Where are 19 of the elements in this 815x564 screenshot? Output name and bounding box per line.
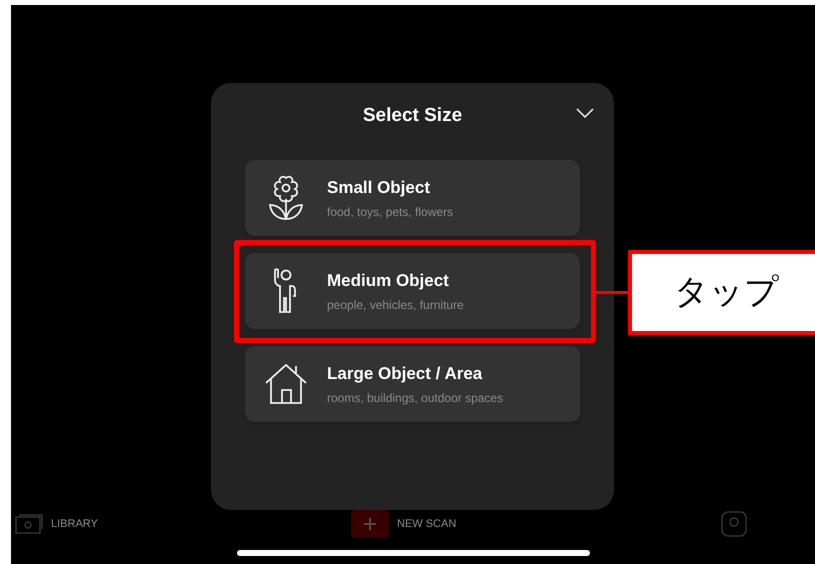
option-description: people, vehicles, furniture [327,297,464,314]
option-title: Small Object [327,176,431,199]
sheet-title: Select Size [362,104,462,128]
size-option[interactable]: Medium Object people, vehicles, furniture [245,253,580,329]
option-title: Medium Object [327,270,450,292]
house-icon [264,363,308,405]
plus-icon[interactable] [351,510,389,538]
option-description: food, toys, pets, flowers [327,204,454,222]
option-description: rooms, buildings, outdoor spaces [327,390,504,408]
tab-label: NEW SCAN [397,516,456,532]
size-option[interactable]: Large Object / Area rooms, buildings, outdoor spaces [245,346,580,422]
chevron-down-icon[interactable] [576,108,594,118]
option-title: Large Object / Area [327,362,484,385]
size-option[interactable]: Small Object food, toys, pets, flowers [245,160,580,236]
callout-label: タップ [674,271,779,314]
tab-label: LIBRARY [51,516,98,532]
flower-icon [268,175,304,221]
profile-icon[interactable] [721,511,747,537]
photos-icon[interactable] [15,514,43,534]
